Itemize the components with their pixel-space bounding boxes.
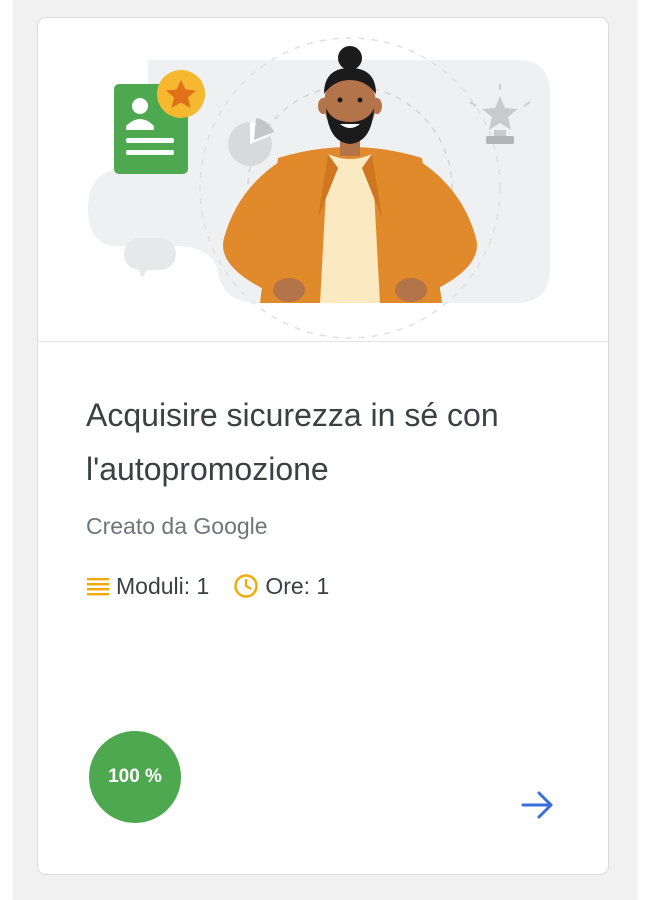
course-illustration [38, 18, 608, 341]
chat-bubble-icon [124, 238, 176, 278]
hours-info: Ore: 1 [233, 573, 329, 600]
confident-person-illustration [88, 37, 550, 339]
course-author: Creato da Google [86, 513, 268, 539]
modules-count: Moduli: 1 [116, 572, 210, 599]
progress-badge: 100 % [89, 731, 181, 823]
course-title[interactable]: Acquisire sicurezza in sé con l'autoprom… [86, 388, 586, 496]
course-card[interactable]: Acquisire sicurezza in sé con l'autoprom… [37, 17, 609, 875]
open-course-button[interactable] [515, 785, 561, 825]
modules-info: Moduli: 1 [86, 573, 209, 600]
arrow-right-icon [521, 791, 553, 819]
clock-icon [234, 574, 259, 598]
list-lines-icon [87, 578, 109, 596]
course-meta: Moduli: 1 Ore: 1 [86, 571, 329, 601]
card-divider [38, 341, 608, 342]
hours-count: Ore: 1 [265, 572, 330, 599]
star-badge-icon [157, 70, 205, 118]
